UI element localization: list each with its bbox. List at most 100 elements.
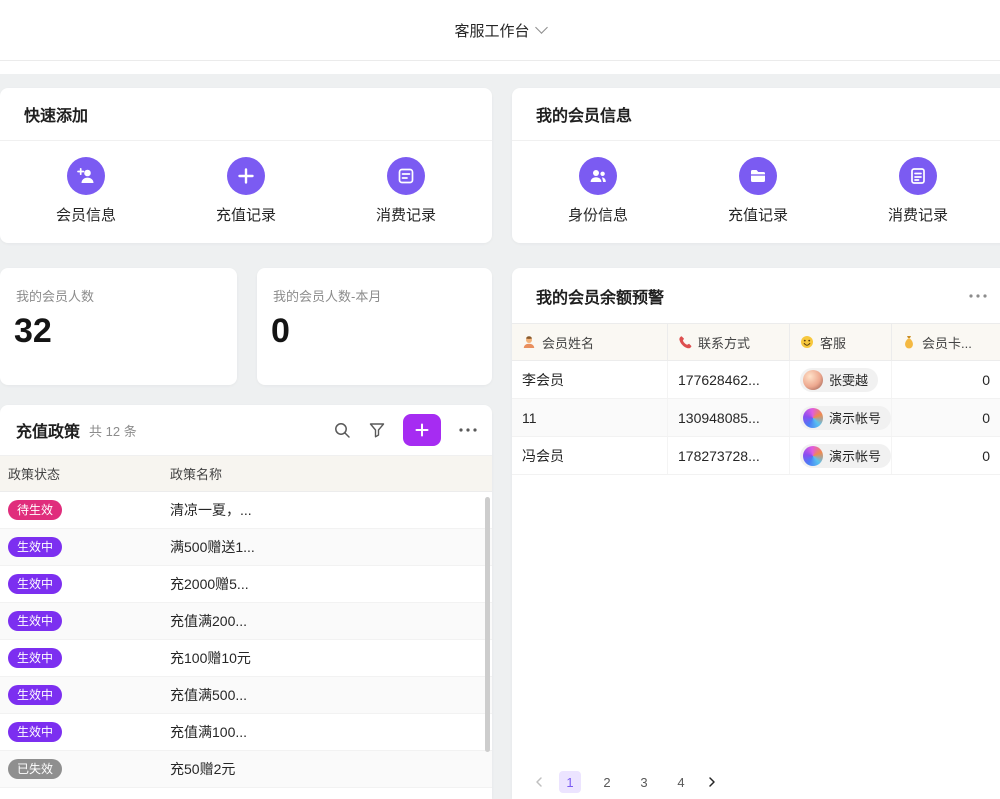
member-info-title: 我的会员信息 xyxy=(536,102,632,126)
workspace-title[interactable]: 客服工作台 xyxy=(454,20,529,41)
phone-icon xyxy=(678,335,692,349)
recharge-policy-title: 充值政策 xyxy=(16,418,80,442)
pagination: 1 2 3 4 xyxy=(534,771,717,793)
avatar xyxy=(803,370,823,390)
balance-alert-card: 我的会员余额预警 会员姓名 联系方式 客服 会员卡... xyxy=(512,268,1000,799)
quick-add-consume-button[interactable]: 消费记录 xyxy=(376,157,436,225)
agent-tag[interactable]: 演示帐号 xyxy=(800,406,891,430)
person-icon xyxy=(522,335,536,349)
stat-value: 0 xyxy=(257,305,492,351)
page-button-1[interactable]: 1 xyxy=(559,771,581,793)
member-add-icon xyxy=(67,157,105,195)
stat-card-member-count-month: 我的会员人数-本月 0 xyxy=(257,268,492,385)
status-badge: 已失效 xyxy=(8,759,62,779)
stat-label: 我的会员人数 xyxy=(0,268,237,305)
quick-add-recharge-label: 充值记录 xyxy=(216,204,276,225)
column-header-member-name: 会员姓名 xyxy=(512,324,668,360)
stat-label: 我的会员人数-本月 xyxy=(257,268,492,305)
member-name: 李会员 xyxy=(512,361,668,398)
recharge-record-button[interactable]: 充值记录 xyxy=(728,157,788,225)
people-icon xyxy=(579,157,617,195)
agent-name: 演示帐号 xyxy=(829,408,881,427)
next-page-icon[interactable] xyxy=(707,776,717,788)
policy-name: 满500赠送1... xyxy=(162,537,492,557)
status-badge: 生效中 xyxy=(8,685,62,705)
page-button-4[interactable]: 4 xyxy=(670,771,692,793)
recharge-policy-header: 充值政策 共 12 条 xyxy=(0,405,492,456)
avatar xyxy=(803,408,823,428)
member-info-card: 我的会员信息 身份信息 充值记录 消费记录 xyxy=(512,88,1000,243)
table-row[interactable]: 冯会员 178273728... 演示帐号 0 xyxy=(512,437,1000,475)
quick-add-member-label: 会员信息 xyxy=(56,204,116,225)
table-row[interactable]: 11 130948085... 演示帐号 0 xyxy=(512,399,1000,437)
member-contact: 177628462... xyxy=(668,361,790,398)
page-button-3[interactable]: 3 xyxy=(633,771,655,793)
agent-tag[interactable]: 演示帐号 xyxy=(800,444,891,468)
workbench-page: 客服工作台 快速添加 会员信息 充值记录 xyxy=(0,0,1000,799)
chevron-down-icon[interactable] xyxy=(535,21,548,34)
moneybag-icon xyxy=(902,335,916,349)
status-badge: 生效中 xyxy=(8,722,62,742)
stat-value: 32 xyxy=(0,305,237,351)
page-button-2[interactable]: 2 xyxy=(596,771,618,793)
table-row[interactable]: 生效中 充值满200... xyxy=(0,603,492,640)
table-row[interactable]: 生效中 满500赠送1... xyxy=(0,529,492,566)
policy-toolbar xyxy=(333,414,478,446)
policy-name: 充50赠2元 xyxy=(162,759,492,779)
identity-info-label: 身份信息 xyxy=(568,204,628,225)
smiley-icon xyxy=(800,335,814,349)
policy-table-header: 政策状态 政策名称 xyxy=(0,456,492,492)
document-icon xyxy=(899,157,937,195)
scrollbar-thumb[interactable] xyxy=(485,497,490,752)
top-bar: 客服工作台 xyxy=(0,0,1000,61)
agent-tag[interactable]: 张雯越 xyxy=(800,368,878,392)
quick-add-header: 快速添加 xyxy=(0,88,492,141)
member-info-header: 我的会员信息 xyxy=(512,88,1000,141)
avatar xyxy=(803,446,823,466)
status-badge: 生效中 xyxy=(8,574,62,594)
more-icon[interactable] xyxy=(968,293,988,299)
policy-name: 充100赠10元 xyxy=(162,648,492,668)
quick-add-consume-label: 消费记录 xyxy=(376,204,436,225)
search-icon[interactable] xyxy=(333,421,351,439)
stat-card-member-count: 我的会员人数 32 xyxy=(0,268,237,385)
balance-alert-title: 我的会员余额预警 xyxy=(536,284,664,308)
policy-name: 清凉一夏，... xyxy=(162,500,492,520)
alert-table-body: 李会员 177628462... 张雯越 0 11 130948085... 演… xyxy=(512,361,1000,475)
quick-add-actions: 会员信息 充值记录 消费记录 xyxy=(0,141,492,241)
column-header-name: 政策名称 xyxy=(162,464,492,483)
table-row[interactable]: 生效中 充2000赠5... xyxy=(0,566,492,603)
policy-table-body: 待生效 清凉一夏，... 生效中 满500赠送1... 生效中 充2000赠5.… xyxy=(0,492,492,788)
recharge-record-label: 充值记录 xyxy=(728,204,788,225)
agent-name: 张雯越 xyxy=(829,370,868,389)
consume-record-button[interactable]: 消费记录 xyxy=(888,157,948,225)
agent-cell: 演示帐号 xyxy=(790,399,892,436)
column-header-agent: 客服 xyxy=(790,324,892,360)
identity-info-button[interactable]: 身份信息 xyxy=(568,157,628,225)
agent-name: 演示帐号 xyxy=(829,446,881,465)
card-balance: 0 xyxy=(892,437,1000,474)
card-balance: 0 xyxy=(892,361,1000,398)
agent-cell: 张雯越 xyxy=(790,361,892,398)
quick-add-title: 快速添加 xyxy=(24,102,88,126)
add-record-button[interactable] xyxy=(403,414,441,446)
table-row[interactable]: 待生效 清凉一夏，... xyxy=(0,492,492,529)
filter-icon[interactable] xyxy=(368,421,386,439)
column-header-contact: 联系方式 xyxy=(668,324,790,360)
agent-cell: 演示帐号 xyxy=(790,437,892,474)
member-info-actions: 身份信息 充值记录 消费记录 xyxy=(512,141,1000,241)
policy-name: 充2000赠5... xyxy=(162,574,492,594)
quick-add-card: 快速添加 会员信息 充值记录 消费记录 xyxy=(0,88,492,243)
status-badge: 生效中 xyxy=(8,648,62,668)
table-row[interactable]: 李会员 177628462... 张雯越 0 xyxy=(512,361,1000,399)
prev-page-icon[interactable] xyxy=(534,776,544,788)
more-icon[interactable] xyxy=(458,427,478,433)
table-row[interactable]: 生效中 充值满100... xyxy=(0,714,492,751)
alert-table-header: 会员姓名 联系方式 客服 会员卡... xyxy=(512,323,1000,361)
table-row[interactable]: 已失效 充50赠2元 xyxy=(0,751,492,788)
quick-add-recharge-button[interactable]: 充值记录 xyxy=(216,157,276,225)
table-row[interactable]: 生效中 充100赠10元 xyxy=(0,640,492,677)
card-balance: 0 xyxy=(892,399,1000,436)
table-row[interactable]: 生效中 充值满500... xyxy=(0,677,492,714)
quick-add-member-button[interactable]: 会员信息 xyxy=(56,157,116,225)
